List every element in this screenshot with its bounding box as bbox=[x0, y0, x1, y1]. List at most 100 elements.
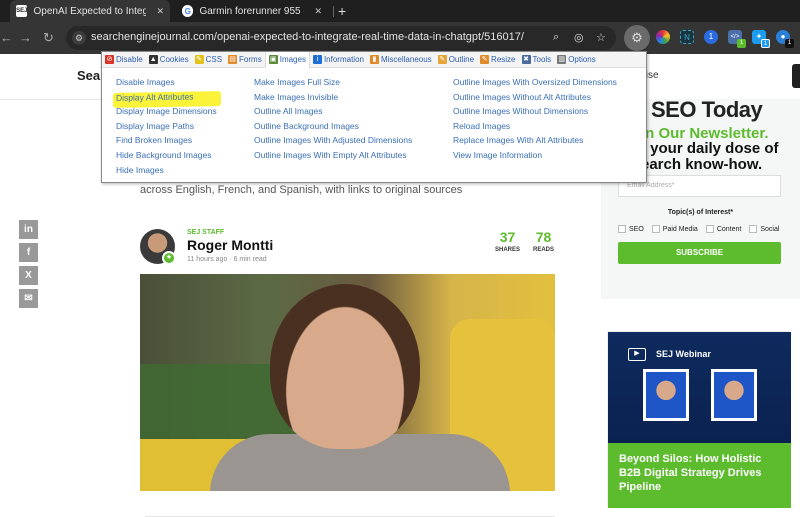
subscribe-button[interactable]: SUBSCRIBE bbox=[618, 242, 781, 264]
article-subtitle: across English, French, and Spanish, wit… bbox=[140, 184, 463, 196]
menu-item-outline-background-images[interactable]: Outline Background Images bbox=[254, 121, 412, 136]
menu-item-display-image-paths[interactable]: Display Image Paths bbox=[116, 121, 221, 136]
x-share-icon[interactable]: X bbox=[19, 266, 38, 285]
menu-item-make-images-full-size[interactable]: Make Images Full Size bbox=[254, 77, 412, 92]
reads-count: 78 bbox=[535, 229, 552, 245]
forward-icon[interactable]: → bbox=[19, 30, 32, 45]
new-tab-button[interactable]: + bbox=[338, 3, 346, 19]
tab-label: Options bbox=[568, 55, 596, 64]
menu-item-reload-images[interactable]: Reload Images bbox=[453, 121, 617, 136]
topic-content[interactable]: Content bbox=[705, 225, 741, 233]
linkedin-share-icon[interactable]: in bbox=[19, 220, 38, 239]
webinar-label: SEJ Webinar bbox=[656, 349, 711, 359]
topic-seo[interactable]: SEO bbox=[618, 225, 644, 233]
shares-label: SHARES bbox=[495, 247, 521, 253]
tab-label: Forms bbox=[239, 55, 262, 64]
eye-off-icon[interactable]: ◎ bbox=[574, 31, 584, 44]
tab-title: Garmin forerunner 955 - Googl bbox=[199, 5, 304, 17]
menu-item-hide-background-images[interactable]: Hide Background Images bbox=[116, 150, 221, 165]
tab-css[interactable]: ✎ CSS bbox=[192, 52, 225, 68]
article: across English, French, and Spanish, wit… bbox=[140, 184, 560, 265]
checkbox[interactable] bbox=[618, 225, 626, 233]
zoom-icon[interactable]: ⌕ bbox=[553, 31, 559, 44]
tools-icon: ✖ bbox=[521, 55, 531, 64]
menu-item-view-image-information[interactable]: View Image Information bbox=[453, 150, 617, 165]
close-tab-icon[interactable]: ✕ bbox=[156, 6, 164, 17]
webinar-banner: ▶ SEJ Webinar bbox=[608, 332, 791, 443]
menu-item-outline-images-with-empty-alt-attributes[interactable]: Outline Images With Empty Alt Attributes bbox=[254, 150, 412, 165]
tab-resize[interactable]: ✎ Resize bbox=[477, 52, 518, 68]
options-icon: ▥ bbox=[557, 55, 567, 64]
menu-item-hide-images[interactable]: Hide Images bbox=[116, 165, 221, 180]
tab-openai-article[interactable]: SEJ OpenAI Expected to Integrate R ✕ bbox=[10, 0, 170, 22]
tab-miscellaneous[interactable]: ▮ Miscellaneous bbox=[367, 52, 435, 68]
images-menu-column: Disable Images Display Alt Attributes Disp… bbox=[113, 77, 221, 180]
back-icon[interactable]: ← bbox=[0, 30, 13, 45]
webinar-title[interactable]: Beyond Silos: How Holistic B2B Digital S… bbox=[608, 443, 791, 508]
newsletter-subheading-line: t your daily dose of bbox=[641, 140, 779, 157]
video-monitor-icon: ▶ bbox=[628, 348, 646, 361]
reload-icon[interactable]: ↻ bbox=[43, 30, 54, 46]
checkbox[interactable] bbox=[749, 225, 758, 233]
sej-favicon-icon: SEJ bbox=[16, 5, 28, 17]
staff-star-icon: ★ bbox=[162, 251, 176, 265]
close-tab-icon[interactable]: ✕ bbox=[314, 6, 322, 17]
tab-label: Tools bbox=[532, 55, 552, 64]
webinar-ad[interactable]: ▶ SEJ Webinar Beyond Silos: How Holistic… bbox=[607, 331, 791, 508]
topics-checkboxes: SEO Paid Media Content Social bbox=[618, 225, 779, 233]
password-manager-extension-icon[interactable]: 1 bbox=[704, 30, 718, 44]
menu-item-find-broken-images[interactable]: Find Broken Images bbox=[116, 135, 221, 150]
address-bar[interactable]: ⚙ searchenginejournal.com/openai-expecte… bbox=[66, 26, 616, 50]
header-subscribe-button[interactable] bbox=[792, 64, 800, 88]
topic-paid-media[interactable]: Paid Media bbox=[651, 225, 698, 233]
menu-item-display-alt-attributes[interactable]: Display Alt Attributes bbox=[113, 90, 221, 108]
menu-item-make-images-invisible[interactable]: Make Images Invisible bbox=[254, 92, 412, 107]
article-hero-image bbox=[140, 274, 555, 491]
topic-label: Paid Media bbox=[662, 225, 698, 233]
miscellaneous-icon: ▮ bbox=[369, 55, 379, 64]
cookies-icon: ▲ bbox=[148, 55, 158, 64]
information-icon: i bbox=[312, 55, 322, 64]
facebook-share-icon[interactable]: f bbox=[19, 243, 38, 262]
tab-disable[interactable]: ⊘ Disable bbox=[102, 52, 146, 68]
tab-options[interactable]: ▥ Options bbox=[554, 52, 599, 68]
menu-item-outline-images-without-dimensions[interactable]: Outline Images Without Dimensions bbox=[453, 106, 617, 121]
menu-item-outline-images-without-alt-attributes[interactable]: Outline Images Without Alt Attributes bbox=[453, 92, 617, 107]
tab-forms[interactable]: ▤ Forms bbox=[225, 52, 265, 68]
share-bar: in f X ✉ bbox=[19, 220, 41, 312]
shares-count: 37 bbox=[499, 229, 516, 245]
n-extension-icon[interactable]: N bbox=[680, 30, 694, 44]
tab-outline[interactable]: ✎ Outline bbox=[435, 52, 477, 68]
bird-extension-icon[interactable]: ✦ 1 bbox=[752, 30, 770, 48]
images-menu-column: Outline Images With Oversized Dimensions… bbox=[453, 77, 617, 165]
extension-badge: 1 bbox=[761, 39, 770, 48]
tab-separator bbox=[333, 6, 334, 17]
code-extension-icon[interactable]: </> 1 bbox=[728, 30, 746, 48]
menu-item-replace-images-with-alt-attributes[interactable]: Replace Images With Alt Attributes bbox=[453, 135, 617, 150]
site-info-icon[interactable]: ⚙ bbox=[72, 31, 86, 45]
email-share-icon[interactable]: ✉ bbox=[19, 289, 38, 308]
tab-label: Outline bbox=[448, 55, 475, 64]
menu-item-outline-all-images[interactable]: Outline All Images bbox=[254, 106, 412, 121]
menu-item-display-image-dimensions[interactable]: Display Image Dimensions bbox=[116, 106, 221, 121]
author-name[interactable]: Roger Montti bbox=[187, 237, 273, 253]
resize-icon: ✎ bbox=[480, 55, 490, 64]
menu-item-outline-images-with-adjusted-dimensions[interactable]: Outline Images With Adjusted Dimensions bbox=[254, 135, 412, 150]
topic-social[interactable]: Social bbox=[749, 225, 779, 233]
tab-information[interactable]: i Information bbox=[310, 52, 367, 68]
url-text[interactable]: searchenginejournal.com/openai-expected-… bbox=[91, 31, 524, 43]
checkbox[interactable] bbox=[651, 225, 660, 233]
bookmark-star-icon[interactable]: ☆ bbox=[596, 31, 606, 44]
menu-item-outline-images-with-oversized-dimensions[interactable]: Outline Images With Oversized Dimensions bbox=[453, 77, 617, 92]
tab-garmin-search[interactable]: G Garmin forerunner 955 - Googl ✕ bbox=[176, 0, 328, 22]
web-developer-menu: ⊘ Disable ▲ Cookies ✎ CSS ▤ Forms ▣ Images i Inform… bbox=[101, 51, 647, 183]
tab-cookies[interactable]: ▲ Cookies bbox=[146, 52, 192, 68]
checkbox[interactable] bbox=[705, 225, 714, 233]
color-picker-extension-icon[interactable] bbox=[656, 30, 670, 44]
menu-item-disable-images[interactable]: Disable Images bbox=[116, 77, 221, 92]
tab-images[interactable]: ▣ Images bbox=[264, 51, 310, 68]
web-developer-tabs: ⊘ Disable ▲ Cookies ✎ CSS ▤ Forms ▣ Images i Inform… bbox=[102, 51, 646, 68]
web-developer-extension-icon[interactable]: ⚙ bbox=[624, 25, 650, 51]
chat-extension-icon[interactable]: ● 1 bbox=[776, 30, 794, 48]
tab-tools[interactable]: ✖ Tools bbox=[519, 52, 555, 68]
